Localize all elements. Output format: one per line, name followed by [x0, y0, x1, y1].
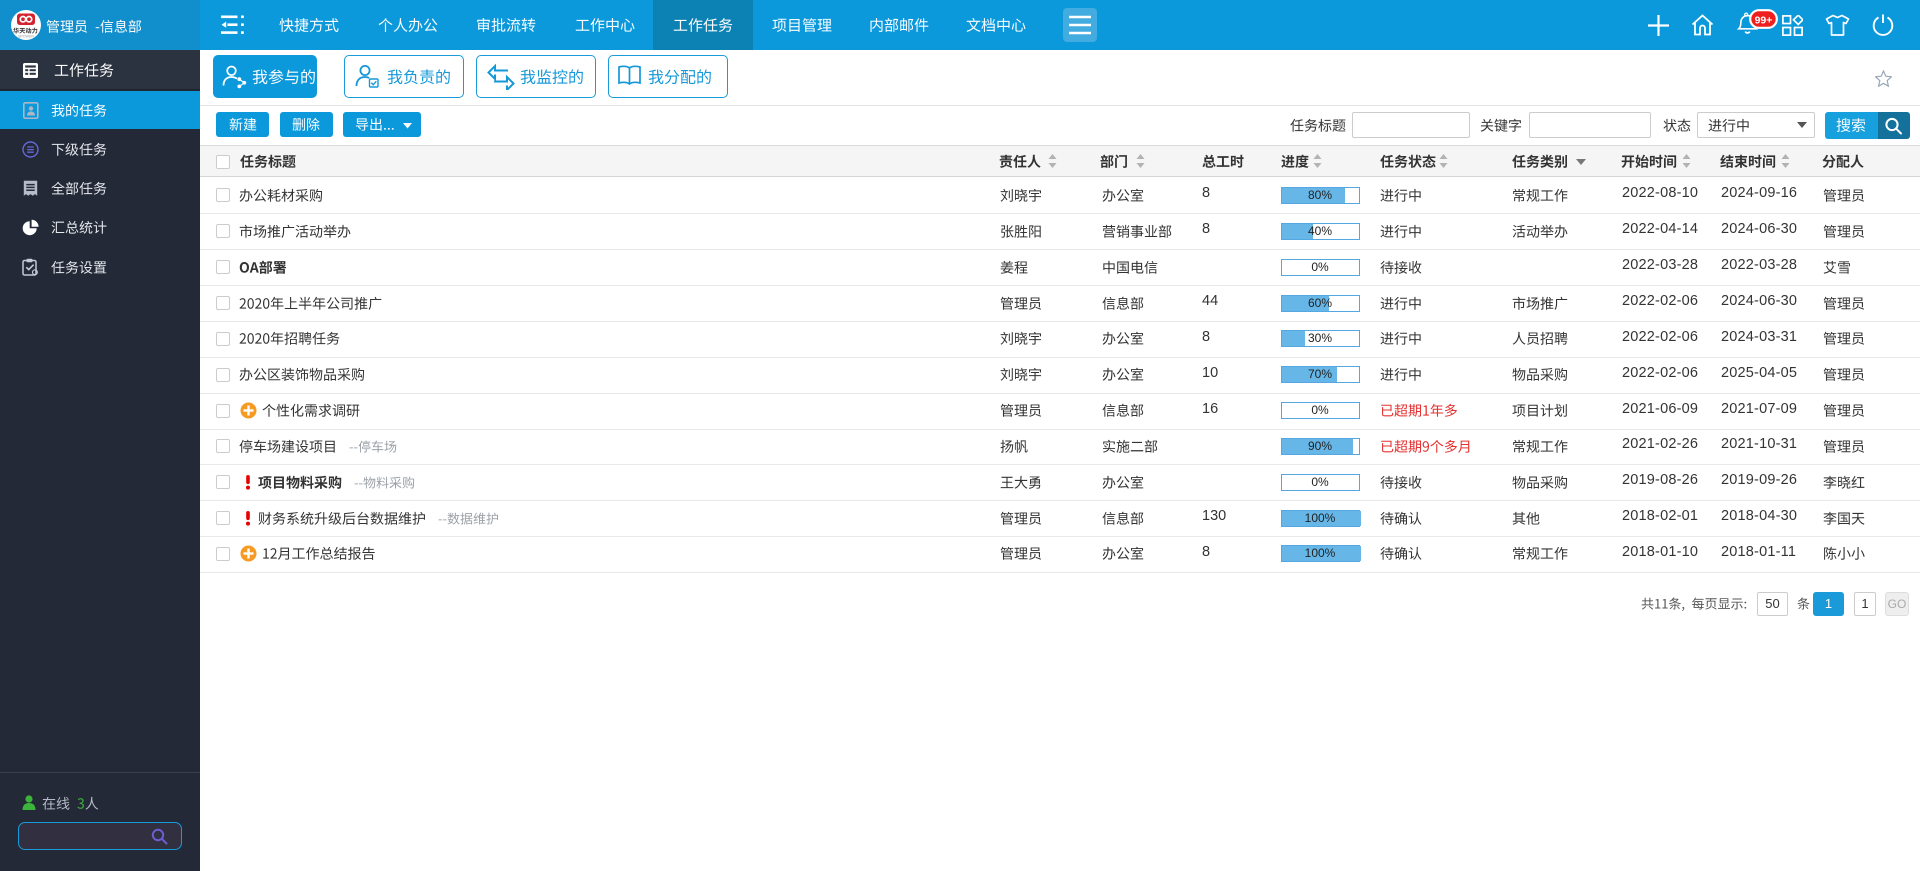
svg-text:99+: 99+ [1755, 15, 1773, 27]
